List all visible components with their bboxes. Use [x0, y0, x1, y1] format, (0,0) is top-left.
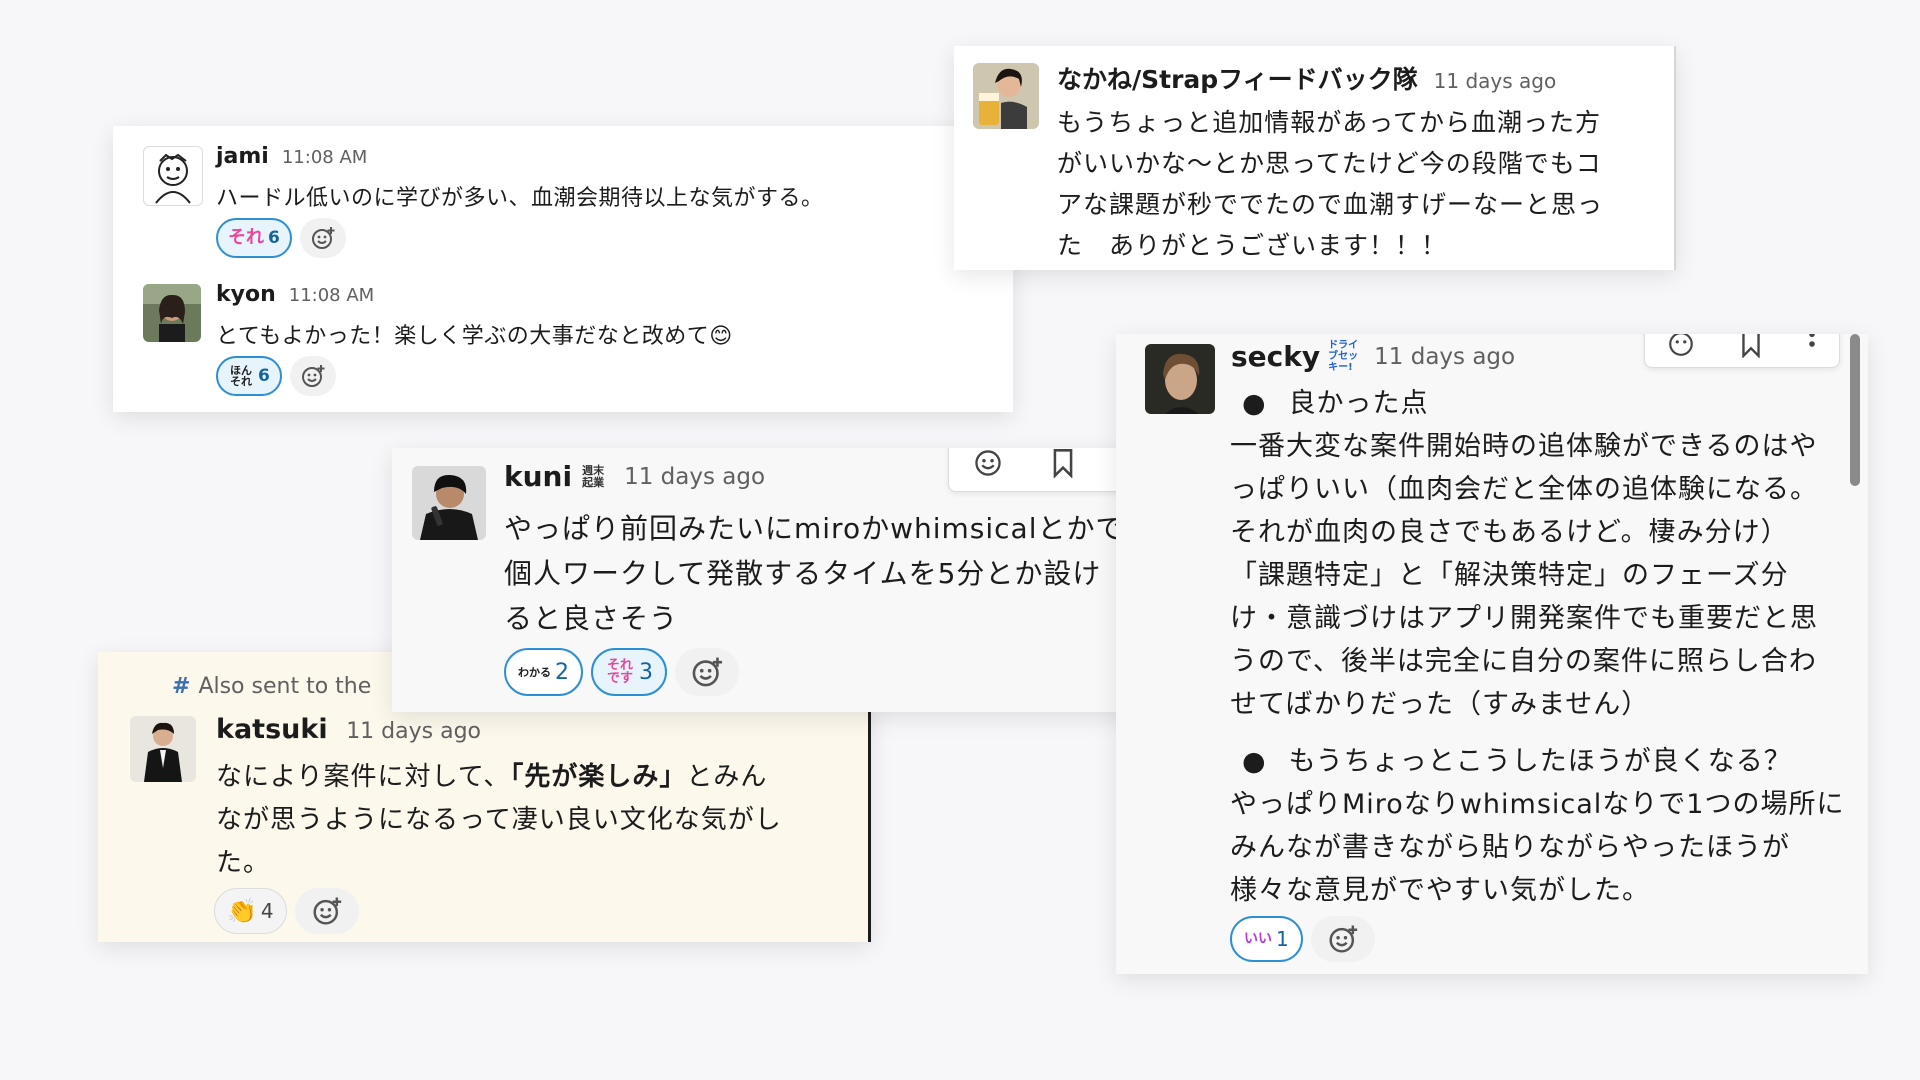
- message-text: とてもよかった！楽しく学ぶの大事だなと改めて😊: [216, 318, 733, 350]
- message-line: せてばかりだった（すみません）: [1230, 689, 1650, 720]
- timestamp[interactable]: 11:08 AM: [289, 285, 374, 306]
- message-line: 様々な意見がでやすい気がした。: [1230, 875, 1650, 906]
- ii-emoji-icon: いい: [1244, 931, 1272, 947]
- message-line: た。: [216, 848, 271, 878]
- timestamp[interactable]: 11 days ago: [1374, 344, 1515, 370]
- add-reaction-button[interactable]: [289, 356, 336, 396]
- also-sent-notice[interactable]: # Also sent to the: [172, 674, 371, 699]
- author-nakane[interactable]: なかね/Strapフィードバック隊: [1057, 65, 1418, 94]
- message-line: っぱりいい（血肉会だと全体の追体験になる。: [1230, 474, 1818, 505]
- avatar-kyon[interactable]: [143, 284, 201, 342]
- text-segment: とみん: [686, 762, 768, 792]
- avatar-nakane[interactable]: [973, 63, 1039, 129]
- reaction-count: 1: [1276, 927, 1289, 951]
- timestamp[interactable]: 11:08 AM: [282, 147, 367, 168]
- reaction-ii[interactable]: いい 1: [1230, 916, 1303, 962]
- message-line: がいいかな〜とか思ってたけど今の段階でもコ: [1057, 149, 1602, 178]
- bookmark-icon[interactable]: [1051, 448, 1075, 478]
- add-reaction-button[interactable]: [675, 648, 739, 696]
- author-jami[interactable]: jami: [216, 144, 269, 169]
- author-katsuki[interactable]: katsuki: [216, 714, 328, 745]
- timestamp[interactable]: 11 days ago: [1434, 69, 1557, 93]
- status-badge: ドライブセッキー!: [1328, 340, 1359, 373]
- reaction-count: 2: [555, 659, 569, 685]
- message-line: やっぱり前回みたいにmiroかwhimsicalとかで: [504, 512, 1125, 545]
- message-text: もうちょっと追加情報があってから血潮った方 がいいかな〜とか思ってたけど今の段階…: [1057, 102, 1603, 266]
- add-emoji-icon: [311, 227, 335, 249]
- reaction-count: 6: [268, 228, 280, 248]
- add-emoji-icon: [692, 657, 723, 687]
- bookmark-icon[interactable]: [1740, 334, 1762, 358]
- message-line: みんなが書きながら貼りながらやったほうが: [1230, 832, 1790, 863]
- message-card-nakane: なかね/Strapフィードバック隊 11 days ago もうちょっと追加情報…: [954, 46, 1676, 270]
- message-line: 「課題特定」と「解決策特定」のフェーズ分: [1230, 560, 1789, 591]
- reaction-count: 4: [260, 899, 274, 923]
- honsore-emoji-icon: ほんそれ: [230, 364, 252, 388]
- message-line: た ありがとうございます！！！: [1057, 231, 1448, 260]
- add-emoji-icon: [1329, 925, 1357, 953]
- message-line: それが血肉の良さでもあるけど。棲み分け）: [1230, 517, 1789, 548]
- more-actions-icon[interactable]: [1807, 334, 1817, 358]
- add-emoji-icon: [313, 897, 341, 925]
- bullet-text: 良かった点: [1288, 388, 1429, 419]
- reaction-soredesu[interactable]: それです 3: [591, 648, 667, 696]
- message-text-body: とてもよかった！楽しく学ぶの大事だなと改めて: [216, 324, 710, 349]
- wakaru-emoji-icon: わかる: [518, 665, 551, 679]
- text-segment: なにより案件に対して、: [216, 762, 511, 792]
- also-sent-label: Also sent to the: [198, 674, 372, 699]
- message-text: ● 良かった点 一番大変な案件開始時の追体験ができるのはや っぱりいい（血肉会だと…: [1230, 382, 1844, 912]
- message-line: やっぱりMiroなりwhimsicalなりで1つの場所に: [1230, 789, 1845, 820]
- message-line: アな課題が秒ででたので血潮すげーなーと思っ: [1057, 190, 1604, 219]
- avatar-katsuki[interactable]: [130, 716, 196, 782]
- avatar-secky[interactable]: [1145, 344, 1215, 414]
- message-text: やっぱり前回みたいにmiroかwhimsicalとかで 個人ワークして発散するタ…: [504, 506, 1124, 641]
- soredesu-emoji-icon: それです: [606, 658, 633, 686]
- message-line: なが思うようになるって凄い良い文化な気がし: [216, 805, 782, 835]
- add-reaction-button[interactable]: [294, 888, 359, 934]
- message-line: ると良さそう: [504, 602, 679, 635]
- message-card-jami-kyon: jami 11:08 AM ハードル低いのに学びが多い、血潮会期待以上な気がする…: [113, 126, 1013, 412]
- bullet-icon: ●: [1242, 388, 1267, 419]
- smile-emoji-icon: 😊: [709, 324, 733, 349]
- timestamp[interactable]: 11 days ago: [346, 719, 481, 744]
- clap-emoji-icon: 👏: [227, 897, 257, 925]
- message-line: もうちょっと追加情報があってから血潮った方: [1057, 108, 1602, 137]
- add-reaction-icon[interactable]: [973, 448, 1003, 478]
- message-actions-toolbar: [1644, 334, 1840, 368]
- bullet-icon: ●: [1242, 746, 1267, 777]
- add-reaction-icon[interactable]: [1667, 334, 1695, 358]
- bullet-item: ● もうちょっとこうしたほうが良くなる？: [1230, 740, 1844, 783]
- channel-hash-icon: #: [172, 674, 191, 699]
- bullet-text: もうちょっとこうしたほうが良くなる？: [1288, 746, 1792, 777]
- add-reaction-button[interactable]: [299, 218, 346, 258]
- message-line: 個人ワークして発散するタイムを5分とか設け: [504, 557, 1102, 590]
- reaction-clap[interactable]: 👏 4: [214, 888, 287, 934]
- avatar-jami[interactable]: [143, 146, 203, 206]
- author-kyon[interactable]: kyon: [216, 282, 276, 307]
- message-text: ハードル低いのに学びが多い、血潮会期待以上な気がする。: [216, 186, 824, 211]
- message-line: 一番大変な案件開始時の追体験ができるのはや: [1230, 431, 1818, 462]
- reaction-wakaru[interactable]: わかる 2: [504, 648, 583, 696]
- scrollbar[interactable]: [1850, 334, 1860, 486]
- timestamp[interactable]: 11 days ago: [624, 464, 765, 490]
- message-card-kuni: kuni 週末起業 11 days ago やっぱり前回みたいにmiroかwhi…: [392, 448, 1190, 712]
- bullet-item: ● 良かった点: [1230, 382, 1844, 425]
- avatar-kuni[interactable]: [412, 466, 486, 540]
- reaction-honsore[interactable]: ほんそれ 6: [216, 356, 282, 396]
- author-secky[interactable]: secky: [1231, 340, 1320, 373]
- message-card-secky: secky ドライブセッキー! 11 days ago ● 良かった点 一番大変な…: [1116, 334, 1868, 974]
- status-badge: 週末起業: [582, 463, 605, 489]
- sore-emoji-icon: それ: [228, 227, 264, 248]
- message-line: うので、後半は完全に自分の案件に照らし合わ: [1230, 646, 1817, 677]
- add-reaction-button[interactable]: [1310, 916, 1375, 962]
- message-line: なにより案件に対して、「先が楽しみ」とみん: [216, 756, 782, 799]
- reaction-count: 6: [258, 366, 270, 386]
- author-kuni[interactable]: kuni: [504, 460, 572, 493]
- message-line: け・意識づけはアプリ開発案件でも重要だと思: [1230, 603, 1818, 634]
- message-text: なにより案件に対して、「先が楽しみ」とみん なが思うようになるって凄い良い文化な…: [216, 756, 782, 885]
- reaction-sore[interactable]: それ 6: [216, 218, 292, 258]
- add-emoji-icon: [301, 365, 325, 387]
- reaction-count: 3: [639, 659, 653, 685]
- bold-text: 「先が楽しみ」: [510, 762, 687, 792]
